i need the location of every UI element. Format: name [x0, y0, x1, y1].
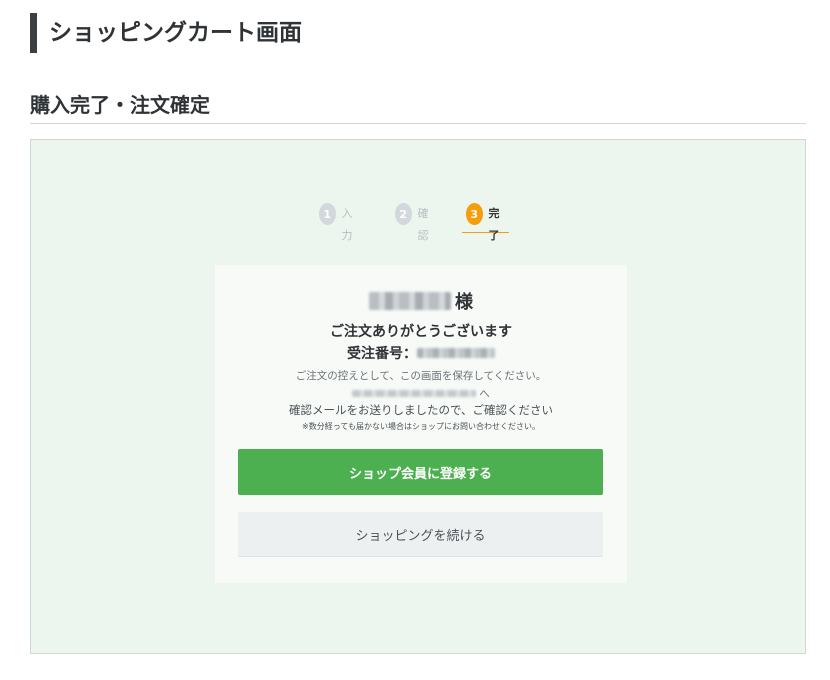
thanks-message: ご注文ありがとうございます — [330, 324, 512, 340]
order-number-row: 受注番号： — [215, 343, 627, 363]
customer-name-redacted — [369, 292, 451, 310]
order-number-redacted — [417, 348, 495, 358]
email-redacted — [352, 389, 477, 397]
save-screen-note: ご注文の控えとして、この画面を保存してください。 — [295, 370, 547, 382]
step-number: 3 — [466, 203, 483, 225]
continue-shopping-button[interactable]: ショッピングを続ける — [238, 512, 603, 557]
email-sent-note: 確認メールをお送りしましたので、ご確認ください — [288, 403, 554, 417]
confirmation-card: 様 ご注文ありがとうございます 受注番号： ご注文の控えとして、この画面を保存し… — [215, 265, 627, 583]
step-confirm: 2 確認 — [395, 203, 434, 242]
step-number: 2 — [395, 203, 412, 225]
not-received-note: ※数分経っても届かない場合はショップにお問い合わせください。 — [302, 422, 540, 431]
step-label: 入力 — [341, 207, 353, 242]
step-number: 1 — [319, 203, 336, 225]
customer-name-row: 様 — [215, 287, 627, 315]
email-suffix: へ — [479, 387, 490, 400]
section-title: 購入完了・注文確定 — [30, 88, 806, 124]
checkout-complete-preview: 1 入力 2 確認 3 完了 様 ご注文ありがとうございます 受注番号： ご注文… — [30, 139, 806, 654]
email-row: へ — [215, 385, 627, 401]
step-input: 1 入力 — [319, 203, 358, 242]
page-title: ショッピングカート画面 — [30, 13, 302, 53]
step-label: 確認 — [417, 207, 429, 242]
step-label: 完了 — [488, 207, 500, 242]
customer-honorific: 様 — [455, 292, 473, 313]
order-number-label: 受注番号： — [347, 346, 417, 362]
step-complete: 3 完了 — [462, 203, 509, 242]
register-member-button[interactable]: ショップ会員に登録する — [238, 449, 603, 495]
